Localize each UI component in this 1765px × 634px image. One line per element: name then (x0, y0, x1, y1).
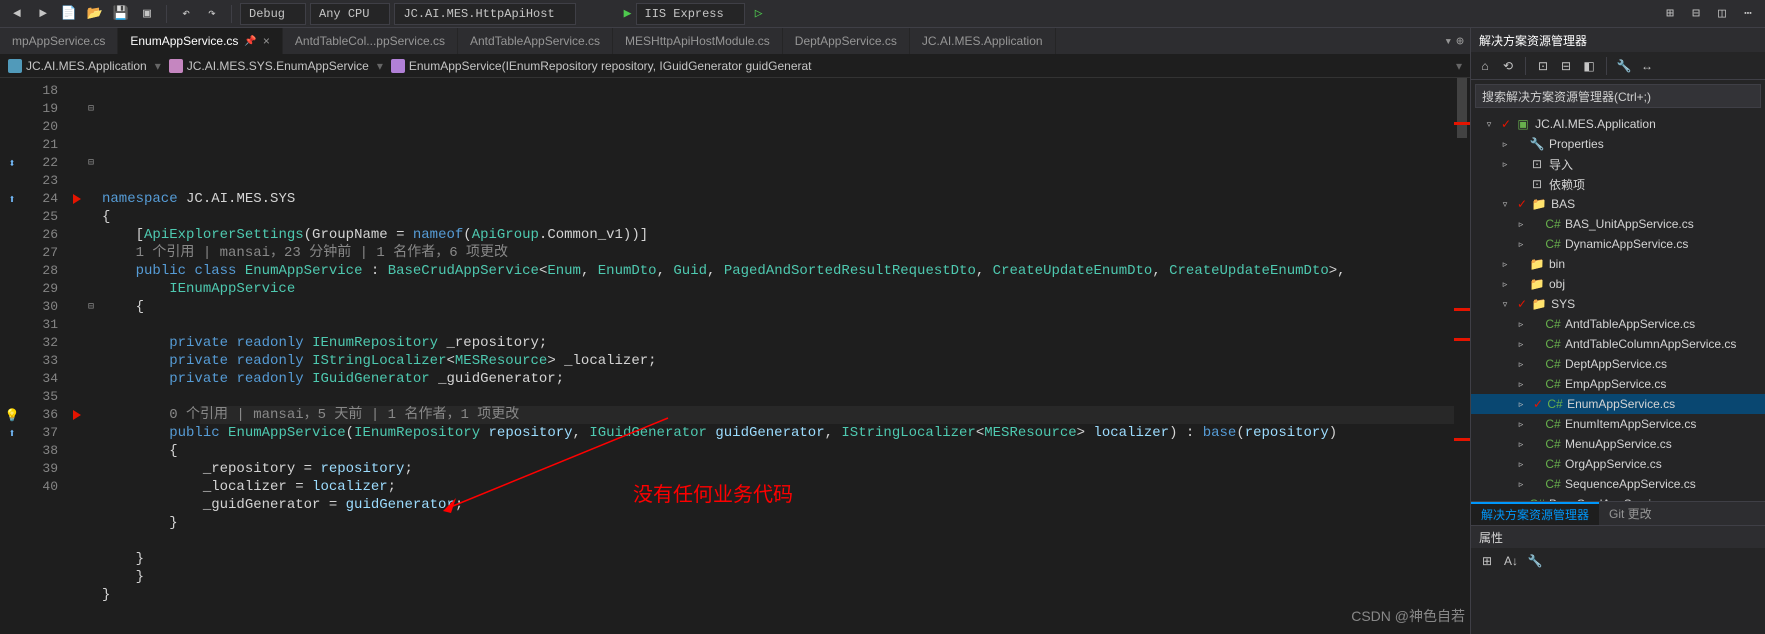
undo-icon[interactable]: ↶ (175, 3, 197, 25)
tb-icon-1[interactable]: ⊞ (1659, 3, 1681, 25)
tab-overflow-icon[interactable]: ▾ (1444, 34, 1452, 49)
tree-item-0[interactable]: ▿✓▣JC.AI.MES.Application (1471, 114, 1765, 134)
editor-tab-2[interactable]: AntdTableCol...ppService.cs (283, 28, 458, 54)
run-icon[interactable]: ▶ (624, 6, 632, 21)
tree-item-6[interactable]: ▹C#DynamicAppService.cs (1471, 234, 1765, 254)
saveall-icon[interactable]: ▣ (136, 3, 158, 25)
redo-icon[interactable]: ↷ (201, 3, 223, 25)
se-icon-4[interactable]: 🔧 (1614, 56, 1634, 76)
tree-item-14[interactable]: ▹✓C#EnumAppService.cs (1471, 394, 1765, 414)
tree-item-8[interactable]: ▹📁obj (1471, 274, 1765, 294)
nav-back-icon[interactable]: ◄ (6, 3, 28, 25)
editor-tab-3[interactable]: AntdTableAppService.cs (458, 28, 613, 54)
tree-item-5[interactable]: ▹C#BAS_UnitAppService.cs (1471, 214, 1765, 234)
solution-bottom-tabs: 解决方案资源管理器 Git 更改 (1471, 501, 1765, 525)
line-gutter: 1819202122232425262728293031323334353637… (24, 78, 70, 634)
run-alt-icon[interactable]: ▷ (755, 6, 763, 21)
bc-project[interactable]: JC.AI.MES.Application (8, 59, 147, 73)
breadcrumb: JC.AI.MES.Application ▾ JC.AI.MES.SYS.En… (0, 54, 1470, 78)
properties-title: 属性 (1471, 526, 1765, 548)
bc-member[interactable]: EnumAppService(IEnumRepository repositor… (391, 59, 1448, 73)
tree-item-3[interactable]: ⊡依赖项 (1471, 174, 1765, 194)
open-icon[interactable]: 📂 (84, 3, 106, 25)
tab-git-changes[interactable]: Git 更改 (1599, 502, 1662, 525)
tb-icon-3[interactable]: ◫ (1711, 3, 1733, 25)
tree-item-13[interactable]: ▹C#EmpAppService.cs (1471, 374, 1765, 394)
bc-namespace[interactable]: JC.AI.MES.SYS.EnumAppService (169, 59, 369, 73)
tree-item-15[interactable]: ▹C#EnumItemAppService.cs (1471, 414, 1765, 434)
solution-search[interactable]: 搜索解决方案资源管理器(Ctrl+;) (1475, 84, 1761, 108)
tree-item-16[interactable]: ▹C#MenuAppService.cs (1471, 434, 1765, 454)
main-toolbar: ◄ ► 📄 📂 💾 ▣ ↶ ↷ Debug Any CPU JC.AI.MES.… (0, 0, 1765, 28)
annotation-text: 没有任何业务代码 (633, 486, 793, 504)
solution-explorer-title: 解决方案资源管理器 (1471, 28, 1765, 52)
tree-item-2[interactable]: ▹⊡导入 (1471, 154, 1765, 174)
run-dropdown[interactable]: IIS Express (636, 3, 745, 25)
editor-area[interactable]: ⬍⬆💡⬆ 18192021222324252627282930313233343… (0, 78, 1470, 634)
se-icon-5[interactable]: ↔ (1637, 56, 1657, 76)
nav-fwd-icon[interactable]: ► (32, 3, 54, 25)
props-wrench-icon[interactable]: 🔧 (1525, 551, 1545, 571)
editor-tab-5[interactable]: DeptAppService.cs (783, 28, 910, 54)
se-icon-1[interactable]: ⊡ (1533, 56, 1553, 76)
props-cat-icon[interactable]: ⊞ (1477, 551, 1497, 571)
tree-item-19[interactable]: ▹C#BaseCrudAppService.cs (1471, 494, 1765, 501)
tree-item-18[interactable]: ▹C#SequenceAppService.cs (1471, 474, 1765, 494)
home-icon[interactable]: ⌂ (1475, 56, 1495, 76)
tree-item-10[interactable]: ▹C#AntdTableAppService.cs (1471, 314, 1765, 334)
tree-item-4[interactable]: ▿✓📁BAS (1471, 194, 1765, 214)
tab-menu-icon[interactable]: ⊕ (1456, 34, 1464, 49)
save-icon[interactable]: 💾 (110, 3, 132, 25)
tree-item-12[interactable]: ▹C#DeptAppService.cs (1471, 354, 1765, 374)
new-icon[interactable]: 📄 (58, 3, 80, 25)
config-dropdown[interactable]: Debug (240, 3, 306, 25)
props-az-icon[interactable]: A↓ (1501, 551, 1521, 571)
scrollbar[interactable] (1454, 78, 1470, 634)
editor-tab-0[interactable]: mpAppService.cs (0, 28, 118, 54)
tree-item-17[interactable]: ▹C#OrgAppService.cs (1471, 454, 1765, 474)
tree-item-1[interactable]: ▹🔧Properties (1471, 134, 1765, 154)
editor-tab-bar: mpAppService.csEnumAppService.cs📌×AntdTa… (0, 28, 1470, 54)
solution-tree[interactable]: ▿✓▣JC.AI.MES.Application▹🔧Properties▹⊡导入… (1471, 112, 1765, 501)
sync-icon[interactable]: ⟲ (1498, 56, 1518, 76)
solution-toolbar: ⌂ ⟲ ⊡ ⊟ ◧ 🔧 ↔ (1471, 52, 1765, 80)
tb-icon-2[interactable]: ⊟ (1685, 3, 1707, 25)
editor-tab-6[interactable]: JC.AI.MES.Application (910, 28, 1056, 54)
tree-item-9[interactable]: ▿✓📁SYS (1471, 294, 1765, 314)
tree-item-11[interactable]: ▹C#AntdTableColumnAppService.cs (1471, 334, 1765, 354)
startup-dropdown[interactable]: JC.AI.MES.HttpApiHost (394, 3, 575, 25)
se-icon-3[interactable]: ◧ (1579, 56, 1599, 76)
tab-solution-explorer[interactable]: 解决方案资源管理器 (1471, 502, 1599, 525)
editor-tab-4[interactable]: MESHttpApiHostModule.cs (613, 28, 783, 54)
code-content[interactable]: 没有任何业务代码 namespace JC.AI.MES.SYS{ [ApiEx… (98, 78, 1454, 634)
editor-tab-1[interactable]: EnumAppService.cs📌× (118, 28, 283, 54)
tb-icon-4[interactable]: ⋯ (1737, 3, 1759, 25)
tree-item-7[interactable]: ▹📁bin (1471, 254, 1765, 274)
watermark: CSDN @神色自若 (1351, 606, 1465, 626)
se-icon-2[interactable]: ⊟ (1556, 56, 1576, 76)
platform-dropdown[interactable]: Any CPU (310, 3, 390, 25)
